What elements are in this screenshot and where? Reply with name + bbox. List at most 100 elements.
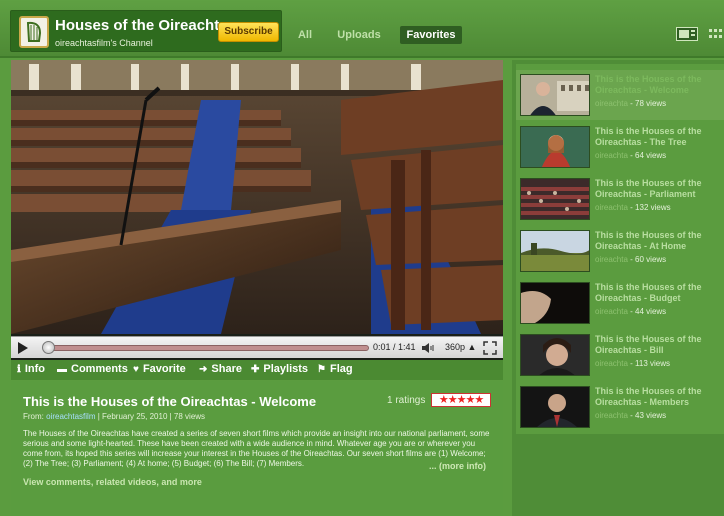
channel-header: Houses of the Oireachtas oireachtasfilm'…	[0, 0, 724, 58]
video-frame[interactable]	[11, 60, 503, 334]
video-title[interactable]: This is the Houses of the Oireachtas - A…	[595, 230, 723, 252]
list-item[interactable]: This is the Houses of the Oireachtas - B…	[516, 278, 724, 328]
favorite-label: Favorite	[142, 363, 186, 375]
more-info-link[interactable]: ... (more info)	[429, 461, 486, 471]
channel-name[interactable]: oireachta	[595, 307, 628, 316]
video-thumbnail[interactable]	[520, 282, 590, 324]
heart-icon: ♥	[133, 364, 139, 375]
quality-selector[interactable]: 360p ▲	[445, 342, 476, 352]
channel-link[interactable]: oireachtasfilm	[46, 412, 95, 421]
video-meta: From: oireachtasfilm | February 25, 2010…	[23, 412, 205, 421]
video-title[interactable]: This is the Houses of the Oireachtas - B…	[595, 282, 723, 304]
playlist-sidebar: This is the Houses of the Oireachtas - W…	[512, 60, 724, 516]
list-item[interactable]: This is the Houses of the Oireachtas - P…	[516, 174, 724, 224]
channel-subtitle: oireachtasfilm's Channel	[55, 38, 153, 48]
video-info-panel: This is the Houses of the Oireachtas - W…	[11, 381, 503, 516]
channel-name[interactable]: oireachta	[595, 359, 628, 368]
ratings-count: 1 ratings	[387, 395, 426, 406]
video-title[interactable]: This is the Houses of the Oireachtas - B…	[595, 334, 723, 356]
player-view-icon[interactable]	[676, 27, 698, 41]
info-icon: ℹ	[17, 364, 21, 375]
view-count: - 43 views	[630, 411, 667, 420]
video-meta: oireachta - 132 views	[595, 203, 671, 212]
list-item[interactable]: This is the Houses of the Oireachtas - T…	[516, 122, 724, 172]
play-icon[interactable]	[17, 342, 29, 354]
video-meta: oireachta - 113 views	[595, 359, 670, 368]
video-thumbnail[interactable]	[520, 74, 590, 116]
player-controls: 0:01 / 1:41 360p ▲	[11, 336, 503, 358]
star-icon: ★	[447, 394, 458, 406]
date-views: | February 25, 2010 | 78 views	[97, 412, 206, 421]
channel-name[interactable]: oireachta	[595, 99, 628, 108]
flag-label: Flag	[329, 363, 353, 375]
list-item[interactable]: This is the Houses of the Oireachtas - A…	[516, 226, 724, 276]
video-thumbnail[interactable]	[520, 126, 590, 168]
channel-name[interactable]: oireachta	[595, 151, 628, 160]
channel-name[interactable]: oireachta	[595, 411, 628, 420]
video-description: The Houses of the Oireachtas have create…	[23, 429, 490, 468]
tab-uploads[interactable]: Uploads	[330, 26, 388, 44]
channel-title[interactable]: Houses of the Oireachtas	[55, 17, 236, 34]
playlists-label: Playlists	[263, 363, 309, 375]
comments-label: Comments	[71, 363, 128, 375]
share-label: Share	[211, 363, 242, 375]
view-count: - 44 views	[630, 307, 667, 316]
view-comments-link[interactable]: View comments, related videos, and more	[23, 477, 202, 487]
harp-logo-icon	[19, 16, 49, 48]
star-rating[interactable]: ★★★★★	[431, 393, 491, 407]
star-icon: ★	[474, 394, 484, 406]
video-title[interactable]: This is the Houses of the Oireachtas - T…	[595, 126, 723, 148]
video-meta: oireachta - 60 views	[595, 255, 666, 264]
video-thumbnail[interactable]	[520, 230, 590, 272]
view-count: - 78 views	[630, 99, 667, 108]
video-meta: oireachta - 44 views	[595, 307, 666, 316]
channel-brand: Houses of the Oireachtas oireachtasfilm'…	[10, 10, 282, 52]
share-button[interactable]: ➜ Share	[199, 363, 242, 375]
progress-bar[interactable]	[45, 345, 369, 351]
from-label: From:	[23, 412, 44, 421]
list-item[interactable]: This is the Houses of the Oireachtas - W…	[516, 70, 724, 120]
list-item[interactable]: This is the Houses of the Oireachtas - B…	[516, 330, 724, 380]
channel-name[interactable]: oireachta	[595, 255, 628, 264]
share-arrow-icon: ➜	[199, 364, 208, 375]
star-icon: ★	[465, 394, 475, 406]
video-thumbnail[interactable]	[520, 334, 590, 376]
info-tab[interactable]: ℹ Info	[17, 363, 45, 375]
video-meta: oireachta - 64 views	[595, 151, 666, 160]
quality-label: 360p	[445, 342, 466, 352]
video-thumbnail[interactable]	[520, 386, 590, 428]
channel-name[interactable]: oireachta	[595, 203, 628, 212]
video-title[interactable]: This is the Houses of the Oireachtas - W…	[595, 74, 723, 96]
caret-up-icon: ▲	[467, 342, 477, 352]
subscribe-button[interactable]: Subscribe	[218, 22, 279, 42]
fullscreen-icon[interactable]	[483, 341, 497, 355]
video-meta: oireachta - 78 views	[595, 99, 666, 108]
video-title[interactable]: This is the Houses of the Oireachtas - M…	[595, 386, 723, 408]
info-label: Info	[24, 363, 45, 375]
time-display: 0:01 / 1:41	[373, 342, 416, 352]
flag-button[interactable]: ⚑ Flag	[317, 363, 353, 375]
progress-handle[interactable]	[42, 341, 56, 354]
playlists-button[interactable]: ✚ Playlists	[251, 363, 308, 375]
video-title[interactable]: This is the Houses of the Oireachtas - P…	[595, 178, 723, 200]
video-action-bar: ℹ Info ▬ Comments ♥ Favorite ➜ Share ✚ Playli…	[11, 360, 503, 380]
view-count: - 132 views	[630, 203, 671, 212]
flag-icon: ⚑	[317, 364, 326, 375]
tab-all[interactable]: All	[292, 26, 318, 44]
view-count: - 64 views	[630, 151, 667, 160]
plus-icon: ✚	[251, 364, 260, 375]
comments-tab[interactable]: ▬ Comments	[57, 363, 128, 375]
view-count: - 113 views	[630, 359, 671, 368]
grid-view-icon[interactable]	[708, 27, 724, 41]
star-icon: ★	[438, 394, 449, 406]
comment-icon: ▬	[57, 364, 67, 375]
video-title: This is the Houses of the Oireachtas - W…	[23, 394, 317, 409]
tab-favorites[interactable]: Favorites	[400, 26, 462, 44]
list-item[interactable]: This is the Houses of the Oireachtas - M…	[516, 382, 724, 432]
video-player[interactable]: 0:01 / 1:41 360p ▲	[11, 60, 503, 360]
view-count: - 60 views	[630, 255, 667, 264]
volume-icon[interactable]	[421, 342, 439, 354]
video-list: This is the Houses of the Oireachtas - W…	[516, 64, 724, 434]
favorite-button[interactable]: ♥ Favorite	[133, 363, 186, 375]
video-thumbnail[interactable]	[520, 178, 590, 220]
